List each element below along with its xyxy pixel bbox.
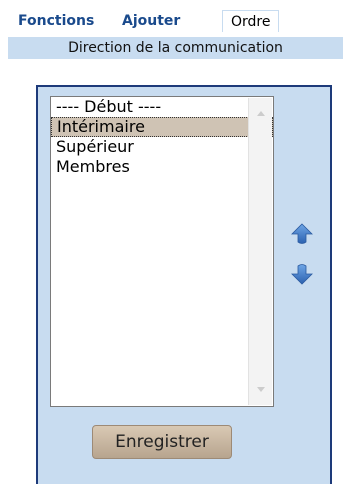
arrow-up-icon <box>291 223 313 244</box>
list-item-membres[interactable]: Membres <box>51 157 273 177</box>
tab-fonctions[interactable]: Fonctions <box>10 10 102 32</box>
scroll-down-icon[interactable] <box>257 387 265 392</box>
section-subtitle: Direction de la communication <box>8 37 343 59</box>
order-listbox[interactable]: ---- Début ---- Intérimaire Supérieur Me… <box>50 96 274 407</box>
list-item-interimaire[interactable]: Intérimaire <box>51 117 273 137</box>
list-item-start[interactable]: ---- Début ---- <box>51 97 273 117</box>
save-button[interactable]: Enregistrer <box>92 425 232 459</box>
tab-ordre[interactable]: Ordre <box>222 10 280 32</box>
listbox-scrollbar[interactable] <box>248 98 272 405</box>
tab-bar: Fonctions Ajouter Ordre <box>0 10 353 32</box>
list-item-superieur[interactable]: Supérieur <box>51 137 273 157</box>
tab-ajouter[interactable]: Ajouter <box>114 10 188 32</box>
move-up-button[interactable] <box>290 222 314 246</box>
scroll-up-icon[interactable] <box>257 111 265 116</box>
arrow-down-icon <box>291 264 313 285</box>
move-down-button[interactable] <box>290 262 314 286</box>
order-panel: ---- Début ---- Intérimaire Supérieur Me… <box>36 85 332 484</box>
